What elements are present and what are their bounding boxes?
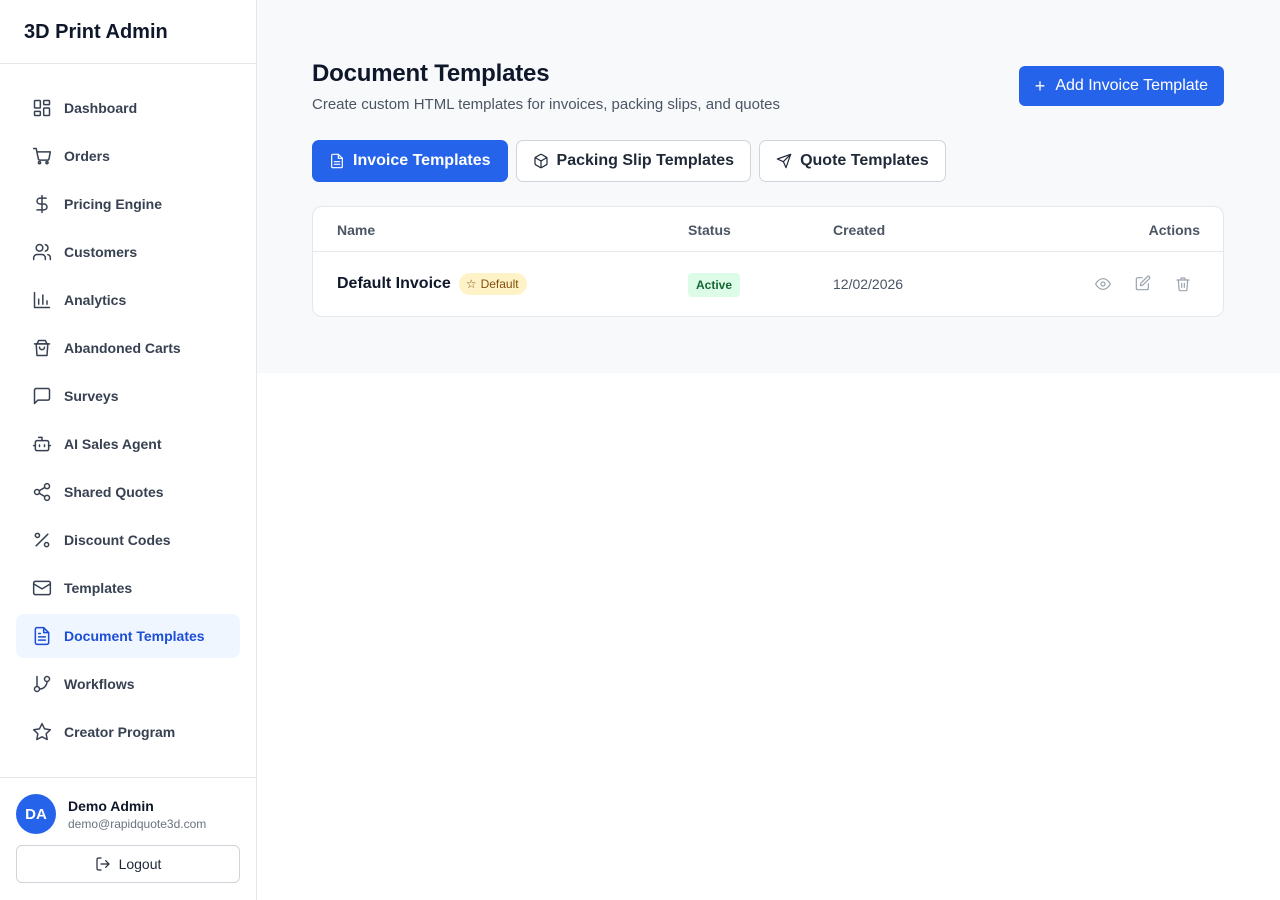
dashboard-icon <box>32 98 52 118</box>
percent-icon <box>32 530 52 550</box>
created-date: 12/02/2026 <box>833 276 904 292</box>
logout-label: Logout <box>118 856 162 872</box>
sidebar-item-label: Templates <box>64 580 133 596</box>
column-header-created: Created <box>833 222 886 238</box>
app-title: 3D Print Admin <box>0 0 256 64</box>
tab-label: Packing Slip Templates <box>556 152 735 169</box>
template-tabs: Invoice Templates Packing Slip Templates… <box>312 140 954 182</box>
avatar: DA <box>16 794 56 834</box>
table-header: Name Status Created Actions <box>313 207 1223 252</box>
sidebar-item-creator-program[interactable]: Creator Program <box>16 710 240 754</box>
sidebar-item-label: Analytics <box>64 292 127 308</box>
sidebar-item-analytics[interactable]: Analytics <box>16 278 240 322</box>
file-text-icon <box>329 153 345 169</box>
logout-button[interactable]: Logout <box>16 845 240 883</box>
sidebar-item-label: Shared Quotes <box>64 484 164 500</box>
main-panel <box>257 0 1280 373</box>
templates-table: Name Status Created Actions Default Invo… <box>312 206 1224 317</box>
eye-icon[interactable] <box>1095 276 1111 292</box>
sidebar-item-surveys[interactable]: Surveys <box>16 374 240 418</box>
user-name: Demo Admin <box>68 797 154 814</box>
table-row: Default Invoice ☆ Default Active 12/02/2… <box>313 252 1223 317</box>
sidebar-item-label: AI Sales Agent <box>64 436 162 452</box>
file-text-icon <box>32 626 52 646</box>
edit-icon[interactable] <box>1135 275 1151 291</box>
sidebar-item-workflows[interactable]: Workflows <box>16 662 240 706</box>
sidebar-item-shared-quotes[interactable]: Shared Quotes <box>16 470 240 514</box>
cart-icon <box>32 146 52 166</box>
template-name: Default Invoice <box>337 275 451 292</box>
sidebar-item-label: Workflows <box>64 676 135 692</box>
sidebar-item-dashboard[interactable]: Dashboard <box>16 86 240 130</box>
message-square-icon <box>32 386 52 406</box>
share-icon <box>32 482 52 502</box>
git-branch-icon <box>32 674 52 694</box>
send-icon <box>776 153 792 169</box>
bar-chart-icon <box>32 290 52 310</box>
dollar-icon <box>32 194 52 214</box>
tab-quote-templates[interactable]: Quote Templates <box>759 140 946 182</box>
sidebar-item-label: Pricing Engine <box>64 196 163 212</box>
sidebar-item-document-templates[interactable]: Document Templates <box>16 614 240 658</box>
star-icon: ☆ <box>465 277 477 291</box>
shopping-bag-icon <box>32 338 52 358</box>
sidebar-item-label: Creator Program <box>64 724 176 740</box>
sidebar-item-label: Orders <box>64 148 110 164</box>
sidebar: 3D Print Admin Dashboard Orders Pricing … <box>0 0 257 900</box>
column-header-name: Name <box>337 222 376 238</box>
default-badge: ☆ Default <box>458 273 527 295</box>
sidebar-nav: Dashboard Orders Pricing Engine Customer… <box>0 64 256 754</box>
sidebar-item-label: Dashboard <box>64 100 138 116</box>
sidebar-item-discount-codes[interactable]: Discount Codes <box>16 518 240 562</box>
add-invoice-template-button[interactable]: + Add Invoice Template <box>1018 66 1224 106</box>
users-icon <box>32 242 52 262</box>
sidebar-item-customers[interactable]: Customers <box>16 230 240 274</box>
column-header-actions: Actions <box>1148 222 1200 238</box>
plus-icon: + <box>1034 76 1046 96</box>
bot-icon <box>32 434 52 454</box>
sidebar-item-ai-sales-agent[interactable]: AI Sales Agent <box>16 422 240 466</box>
tab-label: Quote Templates <box>800 152 929 169</box>
user-panel: DA Demo Admin demo@rapidquote3d.com Logo… <box>0 777 256 900</box>
tab-label: Invoice Templates <box>353 152 491 169</box>
add-button-label: Add Invoice Template <box>1055 77 1208 94</box>
sidebar-item-pricing-engine[interactable]: Pricing Engine <box>16 182 240 226</box>
tab-invoice-templates[interactable]: Invoice Templates <box>312 140 508 182</box>
column-header-status: Status <box>688 222 731 238</box>
sidebar-item-templates[interactable]: Templates <box>16 566 240 610</box>
sidebar-item-label: Document Templates <box>64 628 205 644</box>
star-icon <box>32 722 52 742</box>
mail-icon <box>32 578 52 598</box>
sidebar-item-abandoned-carts[interactable]: Abandoned Carts <box>16 326 240 370</box>
default-badge-label: Default <box>480 277 519 291</box>
logout-icon <box>95 856 111 872</box>
package-icon <box>533 153 549 169</box>
tab-packing-slip-templates[interactable]: Packing Slip Templates <box>515 140 752 182</box>
page-header: Document Templates Create custom HTML te… <box>312 60 1224 113</box>
status-badge: Active <box>688 273 741 297</box>
sidebar-item-label: Surveys <box>64 388 119 404</box>
sidebar-item-label: Discount Codes <box>64 532 171 548</box>
sidebar-item-label: Abandoned Carts <box>64 340 181 356</box>
sidebar-item-label: Customers <box>64 244 138 260</box>
sidebar-item-orders[interactable]: Orders <box>16 134 240 178</box>
user-email: demo@rapidquote3d.com <box>68 816 207 831</box>
trash-icon[interactable] <box>1175 276 1191 292</box>
